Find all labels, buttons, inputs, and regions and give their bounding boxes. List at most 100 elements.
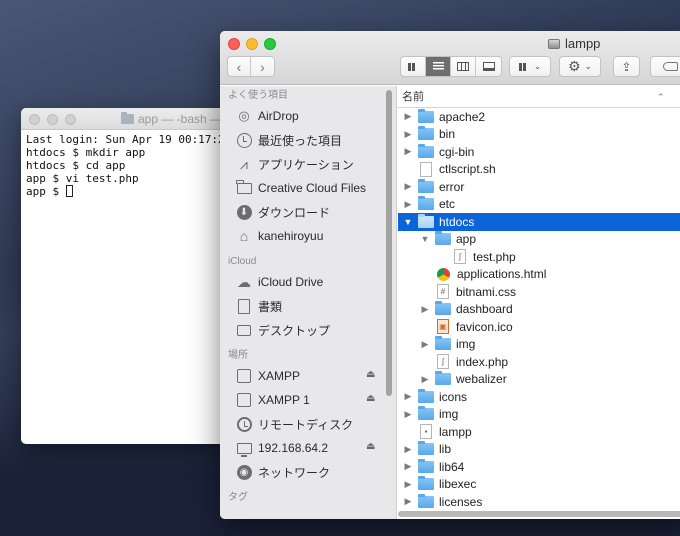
sidebar-item-label: iCloud Drive (258, 275, 324, 289)
file-row[interactable]: ▪ lampp (398, 423, 680, 441)
gallery-view-button[interactable] (476, 57, 501, 76)
sidebar-item-desktop[interactable]: デスクトップ (220, 318, 396, 342)
file-row[interactable]: ▶ icons (398, 388, 680, 406)
airdrop-icon: ◎ (238, 108, 250, 123)
share-button[interactable]: ⇪ (613, 56, 640, 77)
list-icon (432, 62, 444, 71)
file-name: test.php (473, 249, 516, 264)
disclosure-closed-icon[interactable]: ▶ (402, 199, 414, 210)
home-icon: ⌂ (239, 228, 249, 244)
file-row[interactable]: ▶ lib64 (398, 458, 680, 476)
disclosure-closed-icon[interactable]: ▶ (402, 461, 414, 472)
folder-icon (418, 441, 434, 456)
column-header-label: 名前 (402, 91, 424, 103)
file-row[interactable]: ctlscript.sh (398, 161, 680, 179)
file-name: lib64 (439, 459, 465, 474)
sidebar-item-label: Creative Cloud Files (258, 181, 367, 195)
group-button[interactable]: ⌄ (509, 56, 551, 77)
file-row[interactable]: ▶ img (398, 406, 680, 424)
sidebar-item-xampp[interactable]: XAMPP ⏏ (220, 364, 396, 388)
sidebar-item-label: 192.168.64.2 (258, 441, 329, 455)
horizontal-scrollbar[interactable] (398, 511, 680, 517)
close-button[interactable] (228, 38, 240, 50)
file-row[interactable]: ▶ apache2 (398, 108, 680, 126)
file-row[interactable]: ▶ bin (398, 126, 680, 144)
finder-window[interactable]: lampp ‹ › ⌄ ⚙ ⌄ ⇪ よく使う項目 ◎ AirDrop 最近使った… (220, 31, 680, 519)
file-row[interactable]: applications.html (398, 266, 680, 284)
file-row[interactable]: ▶ webalizer (398, 371, 680, 389)
disclosure-closed-icon[interactable]: ▶ (402, 146, 414, 157)
disclosure-closed-icon[interactable]: ▶ (402, 409, 414, 420)
disclosure-open-icon[interactable]: ▼ (419, 234, 431, 244)
disclosure-closed-icon[interactable]: ▶ (419, 304, 431, 315)
list-view-button[interactable] (426, 57, 451, 76)
gear-icon: ⚙ (567, 58, 581, 74)
file-name: applications.html (457, 267, 547, 282)
sidebar-item-remote-disc[interactable]: リモートディスク (220, 412, 396, 436)
eject-icon[interactable]: ⏏ (366, 393, 375, 404)
column-view-button[interactable] (451, 57, 476, 76)
file-row[interactable]: ▣ favicon.ico (398, 318, 680, 336)
back-button[interactable]: ‹ (228, 57, 252, 76)
finder-sidebar: よく使う項目 ◎ AirDrop 最近使った項目 ⩘ アプリケーション Crea… (220, 86, 397, 519)
action-button[interactable]: ⚙ ⌄ (559, 56, 601, 77)
disclosure-closed-icon[interactable]: ▶ (402, 444, 414, 455)
sidebar-item-creative-cloud[interactable]: Creative Cloud Files (220, 176, 396, 200)
disclosure-open-icon[interactable]: ▼ (402, 217, 414, 227)
sidebar-item-label: アプリケーション (258, 157, 354, 172)
file-row[interactable]: ▶ error (398, 178, 680, 196)
folder-icon (418, 196, 434, 211)
forward-button[interactable]: › (251, 57, 274, 76)
folder-icon (418, 388, 434, 403)
group-icon (518, 62, 529, 71)
minimize-button[interactable] (246, 38, 258, 50)
sidebar-item-xampp-1[interactable]: XAMPP 1 ⏏ (220, 388, 396, 412)
file-row[interactable]: ▶ img (398, 336, 680, 354)
sidebar-item-downloads[interactable]: ⬇ ダウンロード (220, 200, 396, 224)
disclosure-closed-icon[interactable]: ▶ (402, 129, 414, 140)
tag-button[interactable] (650, 56, 680, 77)
file-row[interactable]: ▶ dashboard (398, 301, 680, 319)
executable-file-icon: ▪ (420, 424, 432, 440)
eject-icon[interactable]: ⏏ (366, 369, 375, 380)
zoom-button[interactable] (264, 38, 276, 50)
file-row[interactable]: ▶ libexec (398, 476, 680, 494)
folder-icon (435, 336, 451, 351)
name-column-header[interactable]: 名前 ⌃ (398, 86, 680, 108)
sidebar-item-airdrop[interactable]: ◎ AirDrop (220, 104, 396, 128)
file-row[interactable]: ∫ test.php (398, 248, 680, 266)
terminal-minimize-button[interactable] (47, 114, 58, 125)
disclosure-closed-icon[interactable]: ▶ (402, 391, 414, 402)
terminal-close-button[interactable] (29, 114, 40, 125)
sidebar-item-server[interactable]: 192.168.64.2 ⏏ (220, 436, 396, 460)
file-row[interactable]: ▶ lib (398, 441, 680, 459)
file-name: htdocs (439, 214, 475, 229)
file-row[interactable]: # bitnami.css (398, 283, 680, 301)
eject-icon[interactable]: ⏏ (366, 441, 375, 452)
sidebar-item-applications[interactable]: ⩘ アプリケーション (220, 152, 396, 176)
sidebar-item-network[interactable]: ◉ ネットワーク (220, 460, 396, 484)
file-row[interactable]: ▼ htdocs (398, 213, 680, 231)
file-rows: ▶ apache2 ▶ bin ▶ cgi-bin ctlscript.sh ▶ error ▶ e… (398, 108, 680, 511)
sidebar-item-home[interactable]: ⌂ kanehiroyuu (220, 224, 396, 248)
file-row[interactable]: ▶ cgi-bin (398, 143, 680, 161)
disclosure-closed-icon[interactable]: ▶ (402, 181, 414, 192)
file-row[interactable]: ▶ licenses (398, 493, 680, 511)
file-row[interactable]: ▼ app (398, 231, 680, 249)
terminal-zoom-button[interactable] (65, 114, 76, 125)
sidebar-item-label: リモートディスク (258, 417, 354, 432)
file-row[interactable]: ∫ index.php (398, 353, 680, 371)
disclosure-closed-icon[interactable]: ▶ (402, 479, 414, 490)
sidebar-item-icloud-drive[interactable]: ☁ iCloud Drive (220, 270, 396, 294)
sidebar-item-recents[interactable]: 最近使った項目 (220, 128, 396, 152)
sidebar-item-label: 書類 (258, 299, 283, 314)
disclosure-closed-icon[interactable]: ▶ (419, 374, 431, 385)
icon-view-button[interactable] (401, 57, 426, 76)
file-row[interactable]: ▶ etc (398, 196, 680, 214)
disclosure-closed-icon[interactable]: ▶ (402, 111, 414, 122)
sidebar-item-documents[interactable]: 書類 (220, 294, 396, 318)
text-cursor (65, 185, 73, 197)
disclosure-closed-icon[interactable]: ▶ (419, 339, 431, 350)
columns-icon (457, 62, 469, 71)
disclosure-closed-icon[interactable]: ▶ (402, 496, 414, 507)
